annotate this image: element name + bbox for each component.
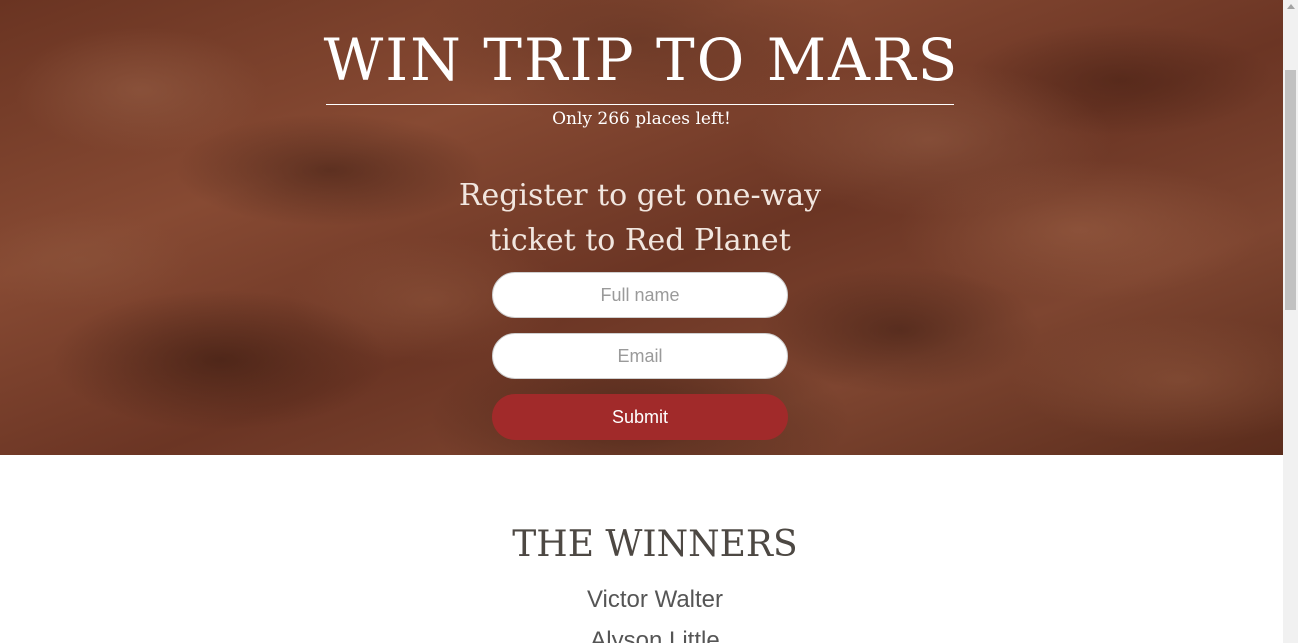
winner-list: Victor Walter Alyson Little [0, 579, 1283, 643]
winners-title: THE WINNERS [512, 524, 798, 565]
full-name-input[interactable] [492, 272, 788, 318]
page-scrollbar[interactable] [1283, 0, 1298, 643]
hero-title: WIN TRIP TO MARS [323, 26, 960, 94]
hero-section: WIN TRIP TO MARS Only 266 places left! R… [0, 0, 1283, 455]
winner-name: Victor Walter [586, 586, 724, 613]
landing-page: WIN TRIP TO MARS Only 266 places left! R… [0, 0, 1283, 643]
email-input[interactable] [492, 333, 788, 379]
register-heading: Register to get one-way ticket to Red Pl… [458, 178, 822, 258]
scroll-thumb[interactable] [1285, 70, 1296, 310]
title-divider [326, 104, 954, 105]
scroll-up-arrow-icon[interactable] [1287, 4, 1295, 9]
submit-button[interactable]: Submit [492, 394, 788, 440]
places-left-text: Only 266 places left! [552, 109, 731, 129]
winner-name: Alyson Little [590, 627, 720, 643]
winners-section: THE WINNERS Victor Walter Alyson Little [0, 455, 1283, 643]
